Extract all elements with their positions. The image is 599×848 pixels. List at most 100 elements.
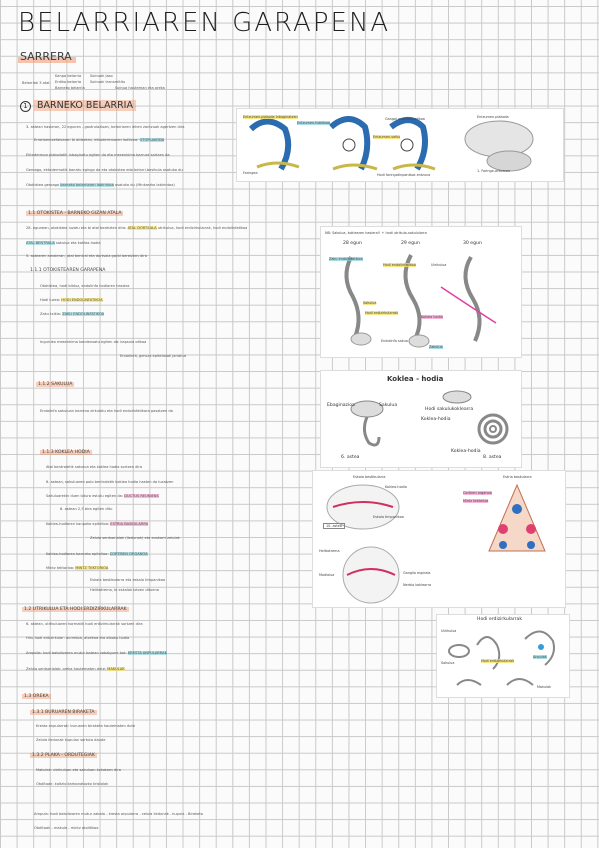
subsection-heading: 1.2 UTRIKULUA ETA HODI ERDIZIRKULARRAK [22,607,129,612]
text-line: 28. egunean, otokistea luzatu eta bi ata… [26,226,248,230]
text-line: Zaku txikia: ZAKU ENDOLINFATIKOA [40,312,105,316]
text-line: 8. astean 2,5 bira egiten ditu [60,507,113,511]
fig-label: Eskala bestibularra [353,475,386,479]
fig-label: Modiolua [319,573,335,577]
otocyst-illustration [344,254,497,348]
fig-label: Koklea-hodia [451,449,481,454]
text-line: Inguruko mesenkima kondensatu egiten da:… [40,340,147,344]
fig-label: Koklea-hodia [385,485,407,489]
fig-label: Entzumen-plakoda inbaginatzen [243,115,298,119]
fig-label: Mintz tektorioa [463,499,489,503]
text-line: Koklea-hodiaren barneko epitelioa: CORTI… [46,552,148,556]
figure-cochlear-duct: Koklea - hodia Ebaginazioa Sakulua Hodi … [320,370,522,468]
fig-label: Anpulak [533,655,547,659]
fig-label: Hodi erdizirkularrak [481,659,515,663]
fig-label: 1. Faringe-arkuaren [477,169,511,173]
text-line: Ektodermoa plakodatik inbaginatu egiten … [26,153,170,157]
fig-title: Hodi erdizirkularrak [477,617,523,622]
intro-lead: Belarriak 3 atal: [22,81,51,85]
text-line: Helikotrema, bi eskalak lotzen dituena [90,588,159,592]
fig-label: Sakulua [379,403,398,408]
fig-label: Hodi sakulukoklearra [425,407,474,412]
text-line: 3. astean hasieran, 22 egunen - gastrula… [26,125,185,129]
fig-label: Zakulua [429,345,443,349]
fig-label: Faringea [243,171,258,175]
fig-day: 30 egun [463,241,482,246]
text-line: Sakuluarekin duen lotura estutu egiten d… [46,494,159,498]
text-line: Makulak: utrikuluan eta sakuluan kokatze… [36,768,121,772]
fig-caption: NB: Sakulua, koklearen hasiera!! + hodi … [325,231,427,235]
fig-label: Endolinfa sakua [381,339,408,343]
fig-label: Cortiren organoa [463,491,492,495]
subsection-heading: 1.1.2 SAKULUA [36,382,75,387]
fig-label: Utrikulua [441,629,457,633]
fig-label: Utrikulua [431,263,447,267]
fig-label: Ebaginazioa [327,403,355,408]
intro-note-3: Soinua hauteman eta oreka [115,86,165,90]
text-line: Endolinfa sakuluan barrena zirkulatu eta… [40,409,173,413]
figure-otic-placode: Entzumen-plakoda inbaginatzen Entzumen-h… [236,108,564,182]
subsection-heading: 1.1.3 KOKLEA HODIA [40,450,92,455]
fig-label: Entzumen-hobitxoa [297,121,331,125]
fig-label: Sakulua [441,661,455,665]
figure-semicircular-canals: Hodi erdizirkularrak Utrikulua Sakulua H… [436,614,570,698]
section-1-heading: 1 BARNEKO BELARRIA [20,100,136,112]
text-line: Kresta anpularrak: buruaren biraketa hau… [36,724,136,728]
intro-note-1: Soinuak jaso [90,74,113,78]
intro-note-2: Soinuak transmititu [90,80,126,84]
fig-label: Koklea hodia [421,315,443,319]
cochlea-section-illustration [326,483,546,604]
text-line: Otokistea geroago barneko belarriaren la… [26,183,175,187]
subsection-heading: 1.3 OREKA [22,694,51,699]
text-line: Zelula iledunak kupulan sartuta daude [36,738,106,742]
subsection-heading: 1.1.1 OTOKISTEAREN GARAPENA [30,268,106,273]
section-label: BARNEKO BELARRIA [34,100,136,111]
figure-cochlea-section: Eskala bestibularra Koklea-hodia Eskala … [312,470,566,608]
text-line: 6. astean, utrikuluaren hormatik hodi er… [26,622,143,626]
text-line: Zelula sentsorialak: oreka hautematen du… [26,667,125,671]
fig-label: Koklea-hodia [421,417,451,422]
text-line: Hiru hodi erdizirkular: aurrekoa, atzeko… [26,636,130,640]
fig-label: Estria baskularra [503,475,532,479]
fig-week: 8. astea [483,455,502,460]
subsection-heading: 1.3.2 PLAKA - ORDUTEGIAK [30,753,97,758]
section-number: 1 [20,101,31,112]
fig-label: Eskala timpanikoa [373,515,404,519]
text-line: Geroago, ektodermotik banatu egingo da e… [26,168,183,172]
fig-day: 28 egun [343,241,362,246]
text-line: 5. astearen amaieran, atal bentral eta d… [26,254,147,258]
fig-label: Gangoi estatoakustikoa [385,117,425,121]
fig-title: Koklea - hodia [387,375,444,383]
fig-label: Ganglio espirala [403,571,431,575]
text-line: Koklea-hodiaren kanpoko epitelioa: ESTRI… [46,522,149,526]
intro-part-2: Erdiko belarria [55,80,82,84]
fig-label: Zaku endolinfatikoa [329,257,363,261]
text-line: Ampula: hodi bakoitzaren mutur zabala - … [34,812,203,816]
text-line: Ampolla: hodi bakoitzaren mutur batean z… [26,651,167,655]
text-line: ATAL BENTRALA sakulua eta koklea-hodia [26,241,101,245]
text-line: Hodi luzea: HODI ENDOLINFATIKOA [40,298,103,302]
subsection-heading: 1.3.1 BURUAREN BIRAKETA [30,710,97,715]
text-line: Mintz tektorioa: MINTZ TEKTORIOA [46,566,109,570]
fig-label: Hodi endolinfatikoa [383,263,416,267]
text-line: Otokistea, hodi bilduz, endolinfa hodiar… [40,284,130,288]
fig-label: Entzumen-plakoda [477,115,509,119]
intro-part-1: Kanpo belarria [55,74,82,78]
fig-day: 29 egun [401,241,420,246]
fig-label: Helikotrema [319,549,340,553]
fig-tag: 10. astea [323,523,345,529]
subsection-heading: 1.1 OTOKISTEA - BARNEKO GIZAN ATALA [26,211,124,216]
text-line: Atal bentraletik sakulua eta koklea hodi… [46,465,143,469]
figure-otocyst-development: NB: Sakulua, koklearen hasiera!! + hodi … [320,226,522,358]
text-line: Endolinfa, geruza epitelialak jariatua [120,354,187,358]
intro-part-3: Barneko belarria [55,86,85,90]
text-line: Otolitoak - makula - mintz otolitikoa [34,826,99,830]
page-title: BELARRIAREN GARAPENA [18,8,391,38]
text-line: Erronbentzefaloaren bi aldeetan, ektoder… [34,138,165,142]
fig-label: Hodi erdizirkularrak [365,311,399,315]
text-line: Zelula sentsorialak (iledunak) eta euska… [90,536,180,540]
fig-week: 6. astea [341,455,360,460]
fig-label: Makulak [537,685,551,689]
text-line: 6. astean, sakuluaren polo bentraletik k… [46,480,174,484]
fig-label: Hodi faringotinpanikoa entzuna [377,173,431,177]
